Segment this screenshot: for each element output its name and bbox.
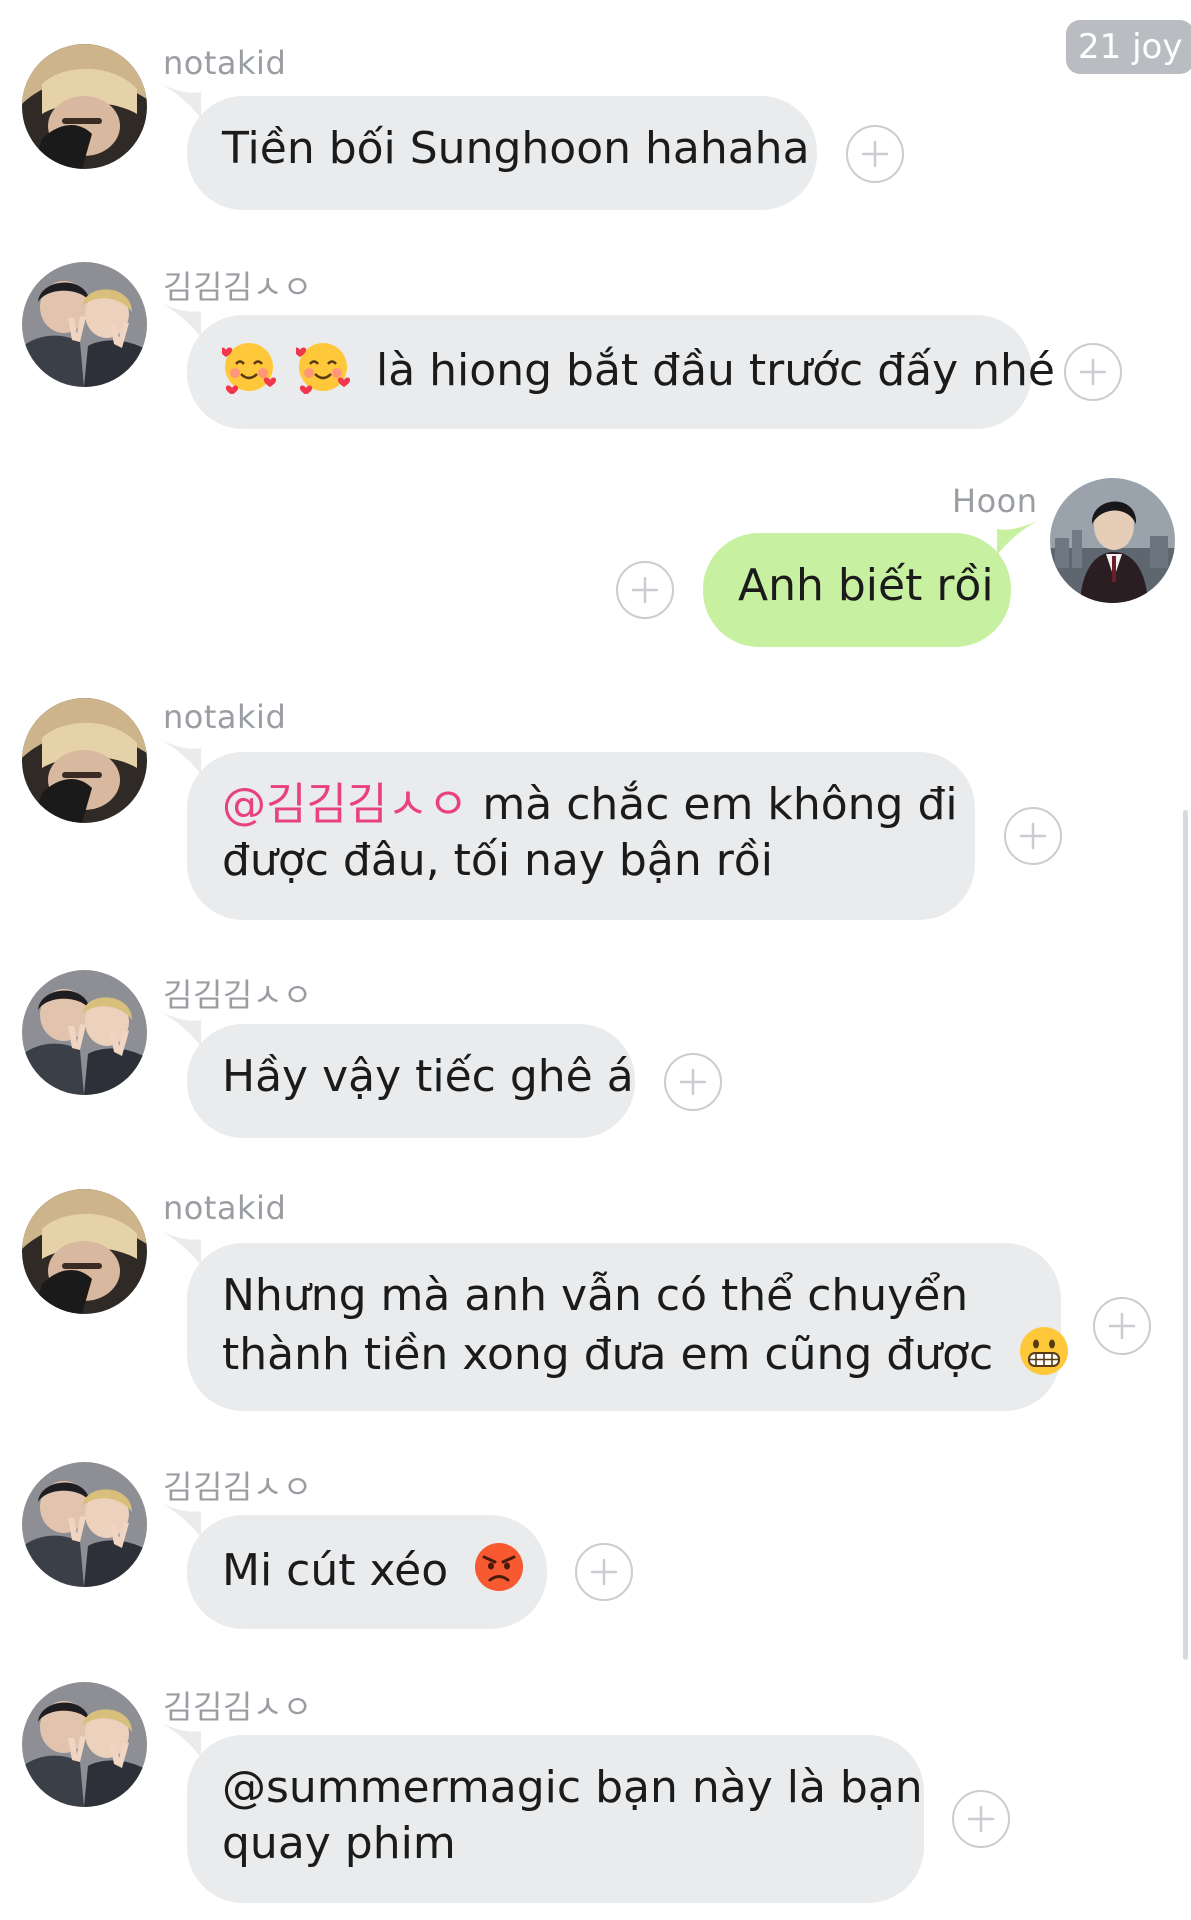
message-bubble[interactable]: Tiền bối Sunghoon hahaha [161,84,817,210]
plus-icon [861,140,889,168]
plus-icon [631,576,659,604]
sender-name: 김김김ㅅㅇ [163,268,313,306]
sender-name: notakid [163,698,287,736]
avatar[interactable] [22,698,147,823]
message-bubble[interactable]: Mi cút xéo [161,1503,547,1629]
avatar-image [22,970,147,1095]
add-reaction-button[interactable] [1093,1297,1151,1355]
message-bubble[interactable]: @김김김ㅅㅇ mà chắc em không đi được đâu, tối… [161,740,975,920]
avatar-image [22,1462,147,1587]
angry-face-icon [475,1543,524,1591]
add-reaction-button[interactable] [575,1543,633,1601]
avatar-image [22,44,147,169]
bubble-tail [161,1723,201,1757]
smiling-face-with-hearts-icon [222,343,276,394]
bubble-tail [161,84,201,118]
sender-name: 김김김ㅅㅇ [163,1688,313,1726]
smiling-face-with-hearts-icon [296,343,350,394]
avatar-image [22,262,147,387]
bubble-tail [997,521,1037,555]
bubble-tail [161,1231,201,1265]
message-bubble[interactable]: Anh biết rồi [703,521,1037,647]
plus-icon [1019,822,1047,850]
avatar[interactable] [22,1682,147,1807]
message-line: @summermagic bạn này là bạn [222,1762,923,1813]
add-reaction-button[interactable] [846,125,904,183]
avatar[interactable] [1050,478,1175,603]
message-line: thành tiền xong đưa em cũng được [222,1324,1069,1383]
avatar-image [22,1682,147,1807]
avatar[interactable] [22,262,147,387]
sender-name: notakid [163,1189,287,1227]
plus-icon [1108,1312,1136,1340]
avatar-image [22,1189,147,1314]
scrollbar[interactable] [1183,810,1188,1660]
chat-window: 21 joy notakid Tiền bối Sunghoon hahaha … [0,0,1191,1920]
badge-21-joy: 21 joy [1066,20,1191,74]
message-text: là hiong bắt đầu trước đấy nhé [376,345,1055,396]
add-reaction-button[interactable] [664,1053,722,1111]
sender-name: notakid [163,44,287,82]
plus-icon [1079,358,1107,386]
avatar[interactable] [22,44,147,169]
message-text: Anh biết rồi [738,560,994,611]
sender-name: 김김김ㅅㅇ [163,1468,313,1506]
message-line: @김김김ㅅㅇ mà chắc em không đi [222,777,958,833]
message-bubble[interactable]: là hiong bắt đầu trước đấy nhé [161,303,1055,429]
avatar[interactable] [22,970,147,1095]
message-text: thành tiền xong đưa em cũng được [222,1329,994,1380]
avatar[interactable] [22,1189,147,1314]
add-reaction-button[interactable] [952,1790,1010,1848]
sender-name: Hoon [952,482,1038,520]
bubble-tail [161,740,201,774]
sender-name: 김김김ㅅㅇ [163,976,313,1014]
bubble-tail [161,1503,201,1537]
avatar-image [22,698,147,823]
message-bubble[interactable]: Nhưng mà anh vẫn có thể chuyển thành tiề… [161,1231,1069,1411]
message-text: Hầy vậy tiếc ghê á [222,1051,634,1102]
message-line: được đâu, tối nay bận rồi [222,835,773,886]
plus-icon [590,1558,618,1586]
add-reaction-button[interactable] [1004,807,1062,865]
add-reaction-button[interactable] [1064,343,1122,401]
bubble-tail [161,303,201,337]
message-line: Nhưng mà anh vẫn có thể chuyển [222,1270,969,1321]
message-text: Tiền bối Sunghoon hahaha [222,123,810,174]
message-bubble[interactable]: Hầy vậy tiếc ghê á [161,1012,635,1138]
message-text: Mi cút xéo [222,1545,449,1596]
message-text: mà chắc em không đi [482,779,958,830]
grimacing-face-icon [1020,1327,1069,1375]
plus-icon [679,1068,707,1096]
message-bubble[interactable]: @summermagic bạn này là bạn quay phim [161,1723,924,1903]
message-line: quay phim [222,1818,456,1869]
avatar-image [1050,478,1175,603]
bubble-tail [161,1012,201,1046]
add-reaction-button[interactable] [616,561,674,619]
avatar[interactable] [22,1462,147,1587]
mention-link[interactable]: @김김김ㅅㅇ [222,779,468,830]
plus-icon [967,1805,995,1833]
